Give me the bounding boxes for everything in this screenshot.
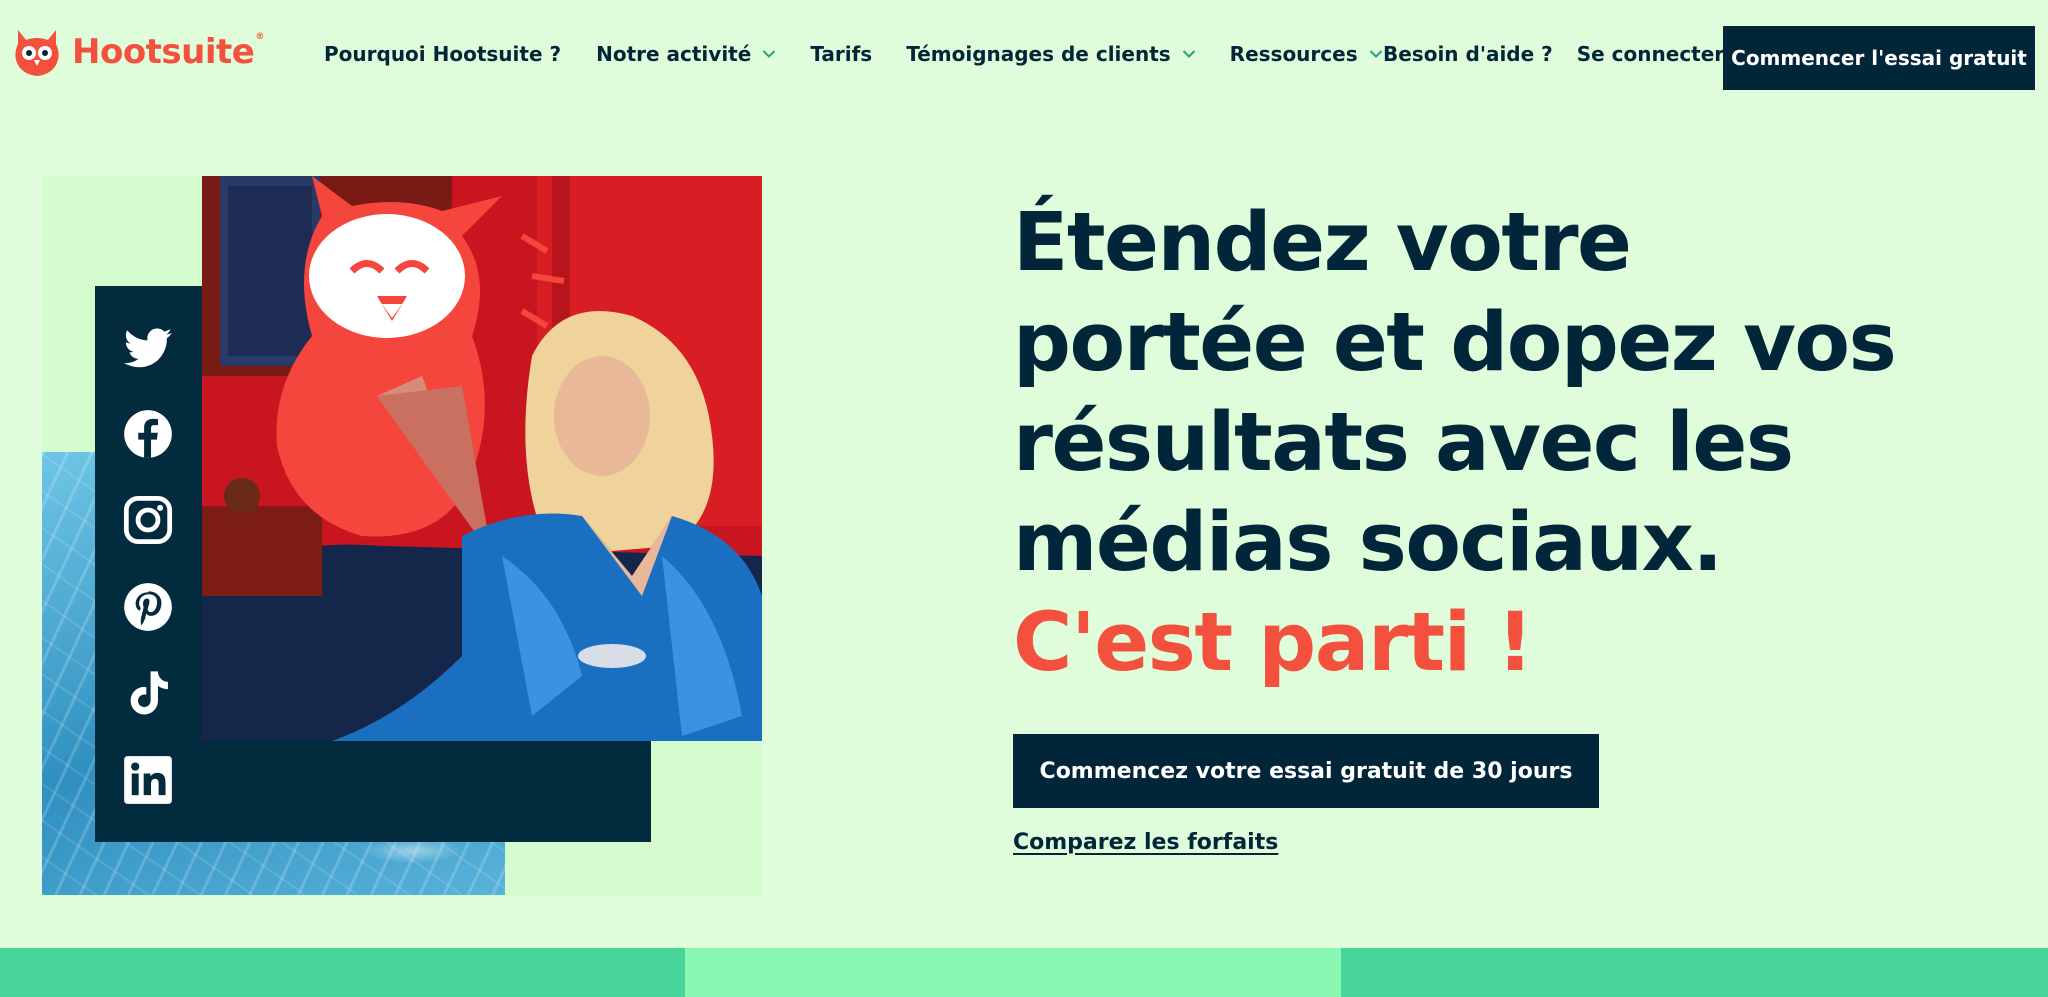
bottom-strip-left: [0, 948, 685, 997]
nav-item-label: Témoignages de clients: [906, 42, 1171, 66]
nav-item-temoignages[interactable]: Témoignages de clients: [906, 42, 1195, 66]
hootsuite-logo[interactable]: Hootsuite®: [12, 26, 264, 78]
twitter-icon: [124, 328, 172, 368]
start-trial-button[interactable]: Commencer l'essai gratuit: [1723, 26, 2035, 90]
help-link[interactable]: Besoin d'aide ?: [1383, 42, 1553, 66]
headline-line: médias sociaux.: [1013, 496, 1723, 590]
chevron-down-icon: [763, 50, 776, 58]
headline-line: portée et dopez vos: [1013, 296, 1897, 390]
start-30-day-trial-button[interactable]: Commencez votre essai gratuit de 30 jour…: [1013, 734, 1599, 808]
nav-item-label: Tarifs: [810, 42, 873, 66]
facebook-icon: [124, 410, 172, 458]
headline-line: résultats avec les: [1013, 396, 1794, 490]
hero-headline: Étendez votre portée et dopez vos résult…: [1013, 193, 1993, 693]
headline-line: Étendez votre: [1013, 196, 1632, 290]
nav-item-ressources[interactable]: Ressources: [1230, 42, 1383, 66]
chevron-down-icon: [1182, 50, 1195, 58]
main-menu: Pourquoi Hootsuite ? Notre activité Tari…: [324, 42, 1383, 66]
tiktok-icon: [130, 671, 168, 715]
hero-photo-owl-and-woman: [202, 176, 762, 741]
nav-item-label: Ressources: [1229, 42, 1358, 66]
utility-links: Besoin d'aide ? Se connecter: [1383, 42, 1724, 66]
top-navigation: Hootsuite® Pourquoi Hootsuite ? Notre ac…: [0, 0, 2048, 116]
headline-accent: C'est parti !: [1013, 596, 1534, 690]
nav-item-label: Pourquoi Hootsuite ?: [324, 42, 562, 66]
chevron-down-icon: [1369, 50, 1382, 58]
linkedin-icon: [124, 756, 172, 804]
bottom-strip-middle: [685, 948, 1341, 997]
bottom-strip-right: [1341, 948, 2048, 997]
logo-wordmark: Hootsuite: [72, 32, 255, 72]
pinterest-icon: [124, 583, 172, 631]
compare-plans-link[interactable]: Comparez les forfaits: [1013, 830, 1278, 855]
instagram-icon: [123, 495, 173, 545]
nav-item-notre-activite[interactable]: Notre activité: [596, 42, 776, 66]
owl-logo-icon: [15, 30, 59, 76]
trademark-symbol: ®: [255, 32, 264, 42]
nav-item-tarifs[interactable]: Tarifs: [810, 42, 872, 66]
nav-item-pourquoi-hootsuite[interactable]: Pourquoi Hootsuite ?: [324, 42, 561, 66]
nav-item-label: Notre activité: [596, 42, 752, 66]
login-link[interactable]: Se connecter: [1577, 42, 1724, 66]
